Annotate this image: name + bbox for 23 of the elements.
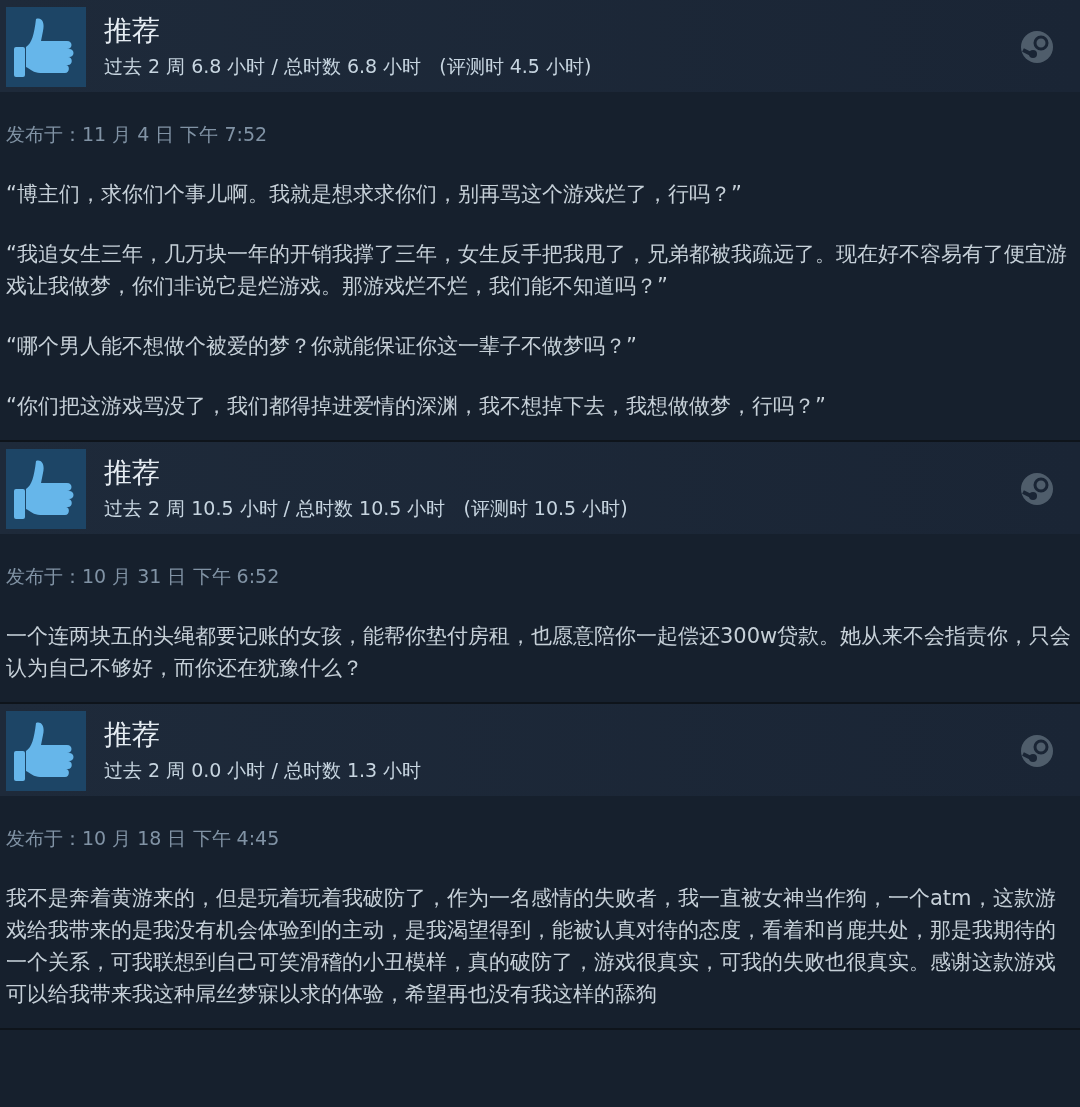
hours-at-review: (评测时 4.5 小时) [439,54,592,79]
review-paragraph: “我追女生三年，几万块一年的开销我撑了三年，女生反手把我甩了，兄弟都被我疏远了。现在好不容易有了便宜游戏让我做梦，你们非说它是烂游戏。那游戏烂不烂，我们能不知道吗？” [6,241,1068,300]
posted-date: 发布于：10 月 18 日 下午 4:45 [6,826,281,851]
review-paragraph: 我不是奔着黄游来的，但是玩着玩着我破防了，作为一名感情的失败者，我一直被女神当作狗，一个atm，这款游戏给我带来的是我没有机会体验到的主动，是我渴望得到，能被认真对待的态度，看着和肖鹿共处，那是我期待的一个关系，可我联想到自己可笑滑稽的小丑模样，真的破防了，游戏很真实，可我的失败也很真实。感谢这款游戏可以给我带来我这种屌丝梦寐以求的体验，希望再也没有我这样的舔狗 [6,885,1057,1008]
posted-date: 发布于：10 月 31 日 下午 6:52 [6,564,281,589]
review-paragraph: 一个连两块五的头绳都要记账的女孩，能帮你垫付房租，也愿意陪你一起偿还300w贷款。她从来不会指责你，只会认为自己不够好，而你还在犹豫什么？ [6,623,1073,682]
review-paragraph: “博主们，求你们个事儿啊。我就是想求求你们，别再骂这个游戏烂了，行吗？” [6,181,743,208]
thumbs-up-icon [6,711,86,791]
thumbs-up-icon [6,449,86,529]
hours-played: 过去 2 周 6.8 小时 / 总时数 6.8 小时 [104,54,422,79]
review-paragraph: “哪个男人能不想做个被爱的梦？你就能保证你这一辈子不做梦吗？” [6,333,638,360]
recommendation-label: 推荐 [104,14,161,48]
posted-date: 发布于：11 月 4 日 下午 7:52 [6,122,269,147]
recommendation-label: 推荐 [104,718,161,752]
hours-at-review: (评测时 10.5 小时) [463,496,628,521]
hours-played: 过去 2 周 0.0 小时 / 总时数 1.3 小时 [104,758,422,783]
steam-logo-icon [1020,734,1054,768]
hours-played: 过去 2 周 10.5 小时 / 总时数 10.5 小时 [104,496,446,521]
steam-logo-icon [1020,472,1054,506]
steam-logo-icon [1020,30,1054,64]
recommendation-label: 推荐 [104,456,161,490]
thumbs-up-icon [6,7,86,87]
review-paragraph: “你们把这游戏骂没了，我们都得掉进爱情的深渊，我不想掉下去，我想做做梦，行吗？” [6,393,827,420]
